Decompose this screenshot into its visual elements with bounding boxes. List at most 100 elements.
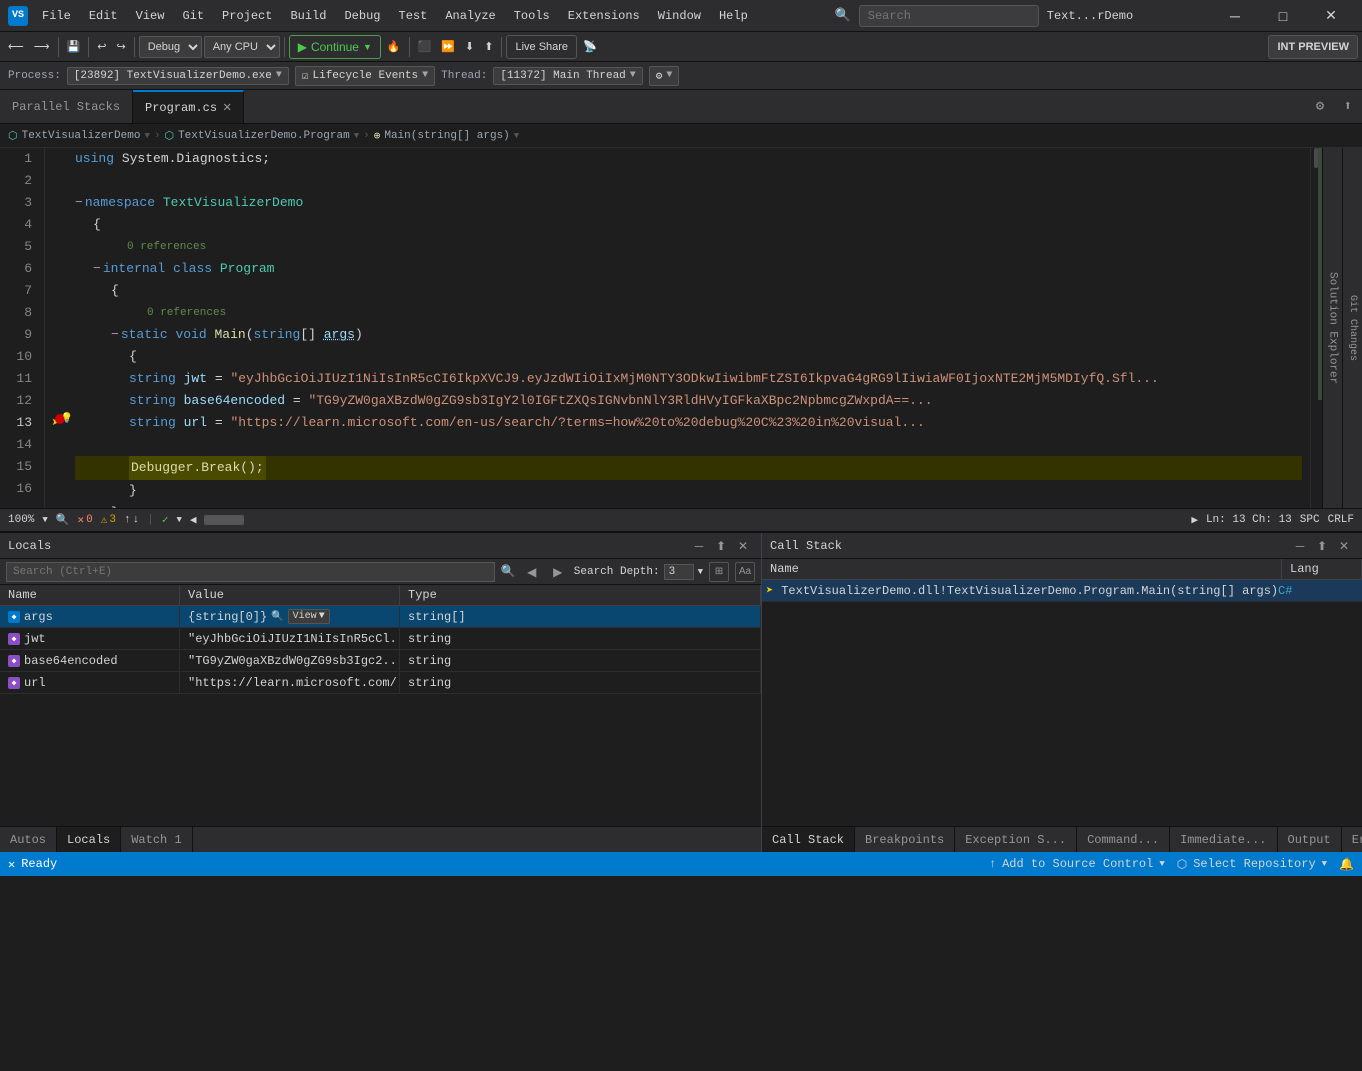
select-repository[interactable]: ⬡ Select Repository ▼ [1177,857,1327,872]
search-case-btn[interactable]: Aa [735,562,755,582]
local-row-jwt[interactable]: ◆ jwt "eyJhbGciOiJIUzI1NiIsInR5cCl... 🔍 … [0,628,761,650]
live-share-button[interactable]: Live Share [506,35,577,59]
tab-expand-icon[interactable]: ⬆ [1334,90,1362,124]
process-value[interactable]: [23892] TextVisualizerDemo.exe ▼ [67,67,289,85]
bpt-immediate[interactable]: Immediate... [1170,827,1277,852]
menu-extensions[interactable]: Extensions [560,5,648,27]
code-area[interactable]: using System.Diagnostics; − namespace Te… [67,148,1310,508]
zoom-dropdown[interactable]: ▼ [42,515,47,525]
locals-pin-btn[interactable]: ─ [689,536,709,556]
fold-method-icon[interactable]: − [111,324,119,346]
bpt-output[interactable]: Output [1278,827,1342,852]
menu-project[interactable]: Project [214,5,280,27]
callstack-title: Call Stack [770,539,842,553]
callstack-close-btn[interactable]: ✕ [1334,536,1354,556]
menu-edit[interactable]: Edit [81,5,126,27]
zoom-level[interactable]: 100% [8,514,34,526]
tab-parallel-stacks[interactable]: Parallel Stacks [0,90,133,123]
search-depth-input[interactable] [664,564,694,580]
menu-view[interactable]: View [128,5,173,27]
search-next-btn[interactable]: ▶ [548,562,568,582]
add-to-source-control[interactable]: ↑ Add to Source Control ▼ [989,857,1165,871]
locals-search-input[interactable] [6,562,495,582]
bpt-errorlist[interactable]: Error List [1342,827,1362,852]
platform-dropdown[interactable]: Any CPU [204,36,280,58]
menu-git[interactable]: Git [174,5,212,27]
continue-button[interactable]: ▶ Continue ▼ [289,35,381,59]
tab-locals[interactable]: Locals [57,827,121,852]
toolbar-redo2[interactable]: ↪ [112,35,129,59]
encoding[interactable]: SPC [1300,514,1320,526]
view-link-args[interactable]: View ▼ [288,609,330,624]
tab-program-cs[interactable]: Program.cs ✕ [133,90,244,123]
line-num-5: 5 [8,236,36,258]
search-prev-btn[interactable]: ◀ [522,562,542,582]
locals-float-btn[interactable]: ⬆ [711,536,731,556]
local-row-args[interactable]: ◆ args {string[0]} 🔍 View ▼ string[] [0,606,761,628]
menu-analyze[interactable]: Analyze [437,5,503,27]
int-preview-button[interactable]: INT PREVIEW [1268,35,1358,59]
toolbar-undo2[interactable]: ↩ [93,35,110,59]
scroll-green-indicator [1318,148,1322,400]
breadcrumb-program[interactable]: ⬡ TextVisualizerDemo.Program ▼ [164,129,359,143]
thread-value[interactable]: [11372] Main Thread ▼ [493,67,642,85]
menu-debug[interactable]: Debug [336,5,388,27]
error-group[interactable]: ✕ 0 [78,513,93,527]
menu-test[interactable]: Test [391,5,436,27]
tab-autos[interactable]: Autos [0,827,57,852]
warning-group[interactable]: ⚠ 3 [101,513,116,527]
local-row-base64[interactable]: ◆ base64encoded "TG9yZW0gaXBzdW0gZG9sb3I… [0,650,761,672]
search-input[interactable] [859,5,1039,27]
local-type-args: string[] [400,606,761,627]
toolbar-redo[interactable]: ⟶ [30,35,54,59]
bpt-callstack[interactable]: Call Stack [762,827,855,852]
toolbar-save-all[interactable]: 💾 [63,35,85,59]
search-options-btn[interactable]: ⊞ [709,562,729,582]
toolbar-fire[interactable]: 🔥 [383,35,405,59]
menu-window[interactable]: Window [650,5,709,27]
thread-options[interactable]: ⚙ ▼ [649,66,680,86]
tab-watch1[interactable]: Watch 1 [121,827,192,852]
menu-build[interactable]: Build [282,5,334,27]
search-depth-dropdown[interactable]: ▼ [698,567,703,577]
menu-file[interactable]: File [34,5,79,27]
callstack-float-btn[interactable]: ⬆ [1312,536,1332,556]
breadcrumb-main[interactable]: ⊕ Main(string[] args) ▼ [374,129,519,143]
solution-explorer-sidebar[interactable]: Solution Explorer [1322,148,1342,508]
nav-up-group[interactable]: ↑ ↓ [124,514,139,526]
menu-help[interactable]: Help [711,5,756,27]
bpt-command[interactable]: Command... [1077,827,1170,852]
toolbar-undo[interactable]: ⟵ [4,35,28,59]
nav-left-icon[interactable]: ◀ [190,513,197,527]
minimize-button[interactable]: ─ [1212,0,1258,32]
debug-config-dropdown[interactable]: Debug [139,36,202,58]
toolbar-step-over[interactable]: ⏩ [437,35,459,59]
callstack-row-main[interactable]: ➤ TextVisualizerDemo.dll!TextVisualizerD… [762,580,1362,602]
bpt-exception[interactable]: Exception S... [955,827,1077,852]
editor-scrollbar[interactable] [1310,148,1322,508]
local-row-url[interactable]: ◆ url "https://learn.microsoft.com/... 🔍… [0,672,761,694]
breadcrumb-class[interactable]: ⬡ TextVisualizerDemo ▼ [8,129,150,143]
toolbar-step-out[interactable]: ⬆ [480,35,497,59]
tab-close-icon[interactable]: ✕ [223,99,231,116]
bell-icon[interactable]: 🔔 [1339,857,1354,872]
lifecycle-events[interactable]: ☑ Lifecycle Events ▼ [295,66,435,86]
maximize-button[interactable]: □ [1260,0,1306,32]
menu-tools[interactable]: Tools [506,5,558,27]
close-button[interactable]: ✕ [1308,0,1354,32]
locals-close-btn[interactable]: ✕ [733,536,753,556]
play-icon2[interactable]: ▶ [1191,513,1198,527]
toolbar-breakpoint[interactable]: ⬛ [414,35,436,59]
git-changes-sidebar[interactable]: Git Changes [1342,148,1362,508]
bpt-breakpoints[interactable]: Breakpoints [855,827,955,852]
callstack-pin-btn[interactable]: ─ [1290,536,1310,556]
checkmark-dropdown[interactable]: ▼ [176,515,181,525]
fold-class-icon[interactable]: − [93,258,101,280]
line-ending[interactable]: CRLF [1328,514,1354,526]
toolbar-share-icon[interactable]: 📡 [579,35,601,59]
fold-namespace-icon[interactable]: − [75,192,83,214]
tab-settings-icon[interactable]: ⚙ [1306,90,1334,124]
debug-bar: Process: [23892] TextVisualizerDemo.exe … [0,62,1362,90]
toolbar-step-in[interactable]: ⬇ [461,35,478,59]
lifecycle-dropdown-icon: ▼ [422,70,428,81]
